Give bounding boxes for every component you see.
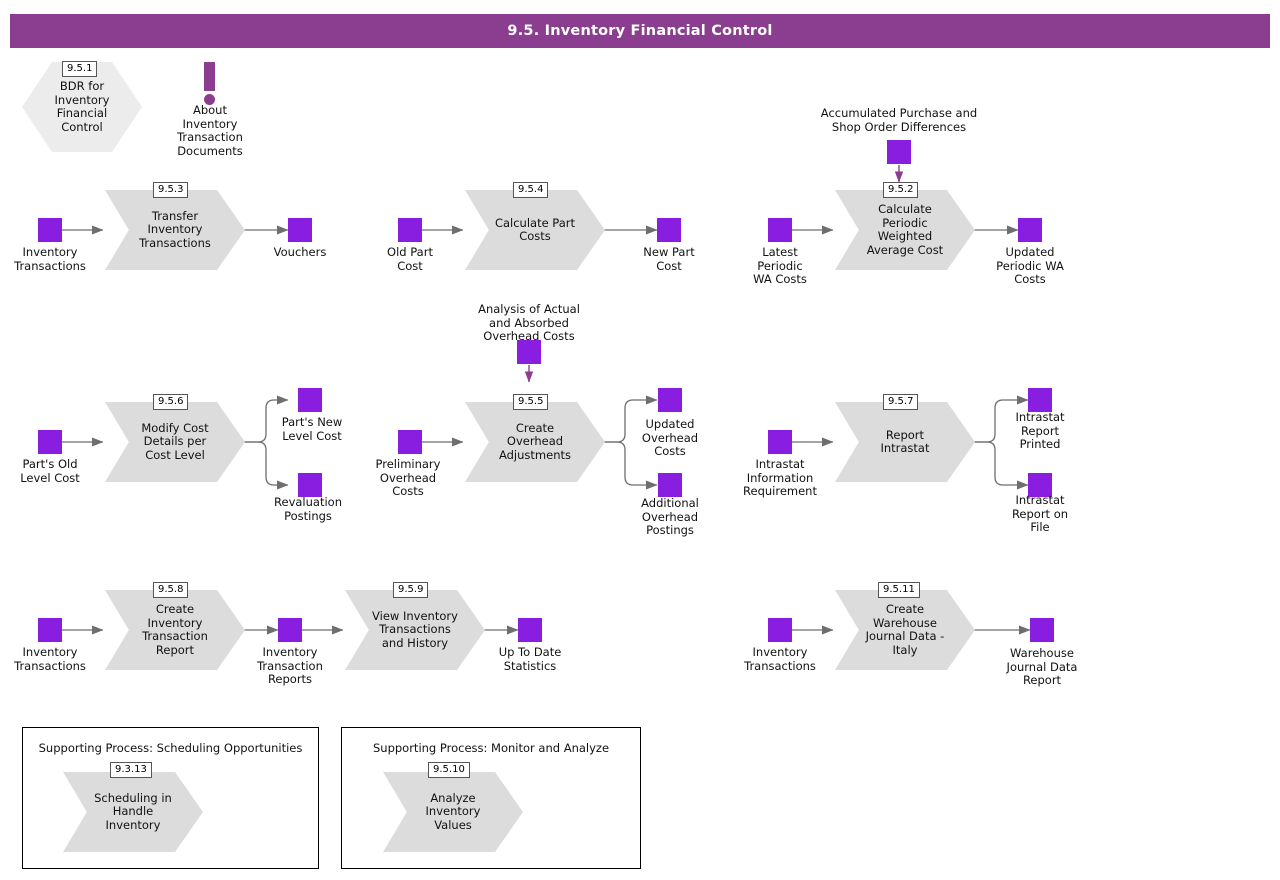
data-label-additional-overhead-postings: Additional Overhead Postings	[641, 496, 699, 537]
data-square-inventory-transactions-3[interactable]	[768, 618, 795, 645]
process-9-5-5[interactable]: Create Overhead Adjustments	[465, 402, 609, 486]
process-label-9-5-8: Create Inventory Transaction Report	[142, 602, 208, 657]
data-square-vouchers[interactable]	[288, 218, 315, 245]
about-marker-label[interactable]: About Inventory Transaction Documents	[150, 103, 270, 158]
exclamation-icon	[204, 62, 215, 91]
id-badge-9-5-6: 9.5.6	[153, 394, 189, 410]
data-label-updated-overhead-costs: Updated Overhead Costs	[641, 417, 699, 458]
process-label-9-5-6: Modify Cost Details per Cost Level	[141, 420, 209, 462]
data-square-up-to-date-statistics[interactable]	[518, 618, 545, 645]
data-label-intrastat-information-requirement: Intrastat Information Requirement	[743, 457, 817, 498]
id-badge-9-5-9: 9.5.9	[393, 582, 429, 598]
data-square-additional-overhead-postings[interactable]	[658, 473, 685, 500]
process-label-9-5-5: Create Overhead Adjustments	[498, 420, 571, 462]
process-label-9-5-3: Transfer Inventory Transactions	[139, 208, 211, 250]
id-badge-9-5-2: 9.5.2	[883, 182, 919, 198]
process-label-9-5-2: Calculate Periodic Weighted Average Cost	[866, 202, 944, 257]
data-label-inventory-transactions-1: Inventory Transactions	[14, 245, 86, 273]
data-square-old-part-cost[interactable]	[398, 218, 425, 245]
process-9-5-4[interactable]: Calculate Part Costs	[465, 190, 609, 274]
process-9-5-7[interactable]: Report Intrastat	[835, 402, 979, 486]
process-9-5-3[interactable]: Transfer Inventory Transactions	[105, 190, 249, 274]
data-label-up-to-date-statistics: Up To Date Statistics	[498, 645, 562, 673]
data-label-new-part-cost: New Part Cost	[643, 245, 695, 273]
data-label-parts-old-level-cost: Part's Old Level Cost	[20, 457, 80, 485]
data-square-updated-periodic-wa-costs[interactable]	[1018, 218, 1045, 245]
data-label-inventory-transactions-2: Inventory Transactions	[14, 645, 86, 673]
id-badge-9-5-8: 9.5.8	[153, 582, 189, 598]
id-badge-9-5-3: 9.5.3	[153, 182, 189, 198]
data-label-analysis-actual-absorbed-overhead: Analysis of Actual and Absorbed Overhead…	[478, 302, 580, 343]
process-label-9-5-10: Analyze Inventory Values	[425, 790, 481, 832]
data-label-vouchers: Vouchers	[273, 245, 327, 259]
process-label-9-5-4: Calculate Part Costs	[494, 215, 576, 243]
process-9-5-2[interactable]: Calculate Periodic Weighted Average Cost	[835, 190, 979, 274]
data-square-updated-overhead-costs[interactable]	[658, 388, 685, 415]
id-badge-9-3-13: 9.3.13	[110, 762, 152, 778]
data-label-accumulated-purchase-differences: Accumulated Purchase and Shop Order Diff…	[820, 106, 978, 134]
data-label-latest-periodic-wa-costs: Latest Periodic WA Costs	[753, 245, 807, 286]
data-square-warehouse-journal-data-report[interactable]	[1030, 618, 1057, 645]
process-9-5-10[interactable]: Analyze Inventory Values	[383, 772, 527, 856]
data-label-preliminary-overhead-costs: Preliminary Overhead Costs	[375, 457, 441, 498]
data-square-preliminary-overhead-costs[interactable]	[398, 430, 425, 457]
data-square-inventory-transaction-reports[interactable]	[278, 618, 305, 645]
id-badge-9-5-4: 9.5.4	[513, 182, 549, 198]
process-label-9-5-11: Create Warehouse Journal Data - Italy	[865, 602, 945, 657]
data-square-accumulated-purchase-differences[interactable]	[887, 140, 914, 167]
data-label-parts-new-level-cost: Part's New Level Cost	[281, 415, 343, 443]
id-badge-9-5-10: 9.5.10	[428, 762, 470, 778]
process-label-9-5-9: View Inventory Transactions and History	[372, 608, 458, 650]
data-square-revaluation-postings[interactable]	[298, 473, 325, 500]
data-square-parts-new-level-cost[interactable]	[298, 388, 325, 415]
data-square-new-part-cost[interactable]	[657, 218, 684, 245]
data-label-updated-periodic-wa-costs: Updated Periodic WA Costs	[996, 245, 1064, 286]
id-badge-9-5-7: 9.5.7	[883, 394, 919, 410]
data-label-intrastat-report-on-file: Intrastat Report on File	[1011, 493, 1069, 534]
process-label-9-3-13: Scheduling in Handle Inventory	[94, 790, 172, 832]
id-badge-9-5-11: 9.5.11	[878, 582, 920, 598]
data-square-inventory-transactions-1[interactable]	[38, 218, 65, 245]
data-square-latest-periodic-wa-costs[interactable]	[768, 218, 795, 245]
data-label-old-part-cost: Old Part Cost	[387, 245, 433, 273]
data-label-intrastat-report-printed: Intrastat Report Printed	[1015, 410, 1065, 451]
data-square-inventory-transactions-2[interactable]	[38, 618, 65, 645]
process-9-3-13[interactable]: Scheduling in Handle Inventory	[63, 772, 207, 856]
process-label-9-5-7: Report Intrastat	[880, 427, 930, 455]
data-square-analysis-actual-absorbed-overhead[interactable]	[517, 340, 544, 367]
supporting-process-title-2: Supporting Process: Monitor and Analyze	[372, 741, 610, 755]
data-label-inventory-transaction-reports: Inventory Transaction Reports	[257, 645, 323, 686]
process-9-5-9[interactable]: View Inventory Transactions and History	[345, 590, 489, 674]
id-badge-9-5-5: 9.5.5	[513, 394, 549, 410]
data-label-warehouse-journal-data-report: Warehouse Journal Data Report	[1006, 646, 1078, 687]
data-label-inventory-transactions-3: Inventory Transactions	[744, 645, 816, 673]
data-label-revaluation-postings: Revaluation Postings	[274, 495, 342, 523]
data-square-parts-old-level-cost[interactable]	[38, 430, 65, 457]
process-9-5-6[interactable]: Modify Cost Details per Cost Level	[105, 402, 249, 486]
process-9-5-8[interactable]: Create Inventory Transaction Report	[105, 590, 249, 674]
supporting-process-title-1: Supporting Process: Scheduling Opportuni…	[38, 741, 303, 755]
data-square-intrastat-information-requirement[interactable]	[768, 430, 795, 457]
data-square-intrastat-report-printed[interactable]	[1028, 388, 1055, 415]
id-badge-9-5-1: 9.5.1	[62, 61, 98, 77]
process-9-5-11[interactable]: Create Warehouse Journal Data - Italy	[835, 590, 979, 674]
diagram-canvas: BDR for Inventory Financial Control 9.5.…	[0, 0, 1280, 880]
